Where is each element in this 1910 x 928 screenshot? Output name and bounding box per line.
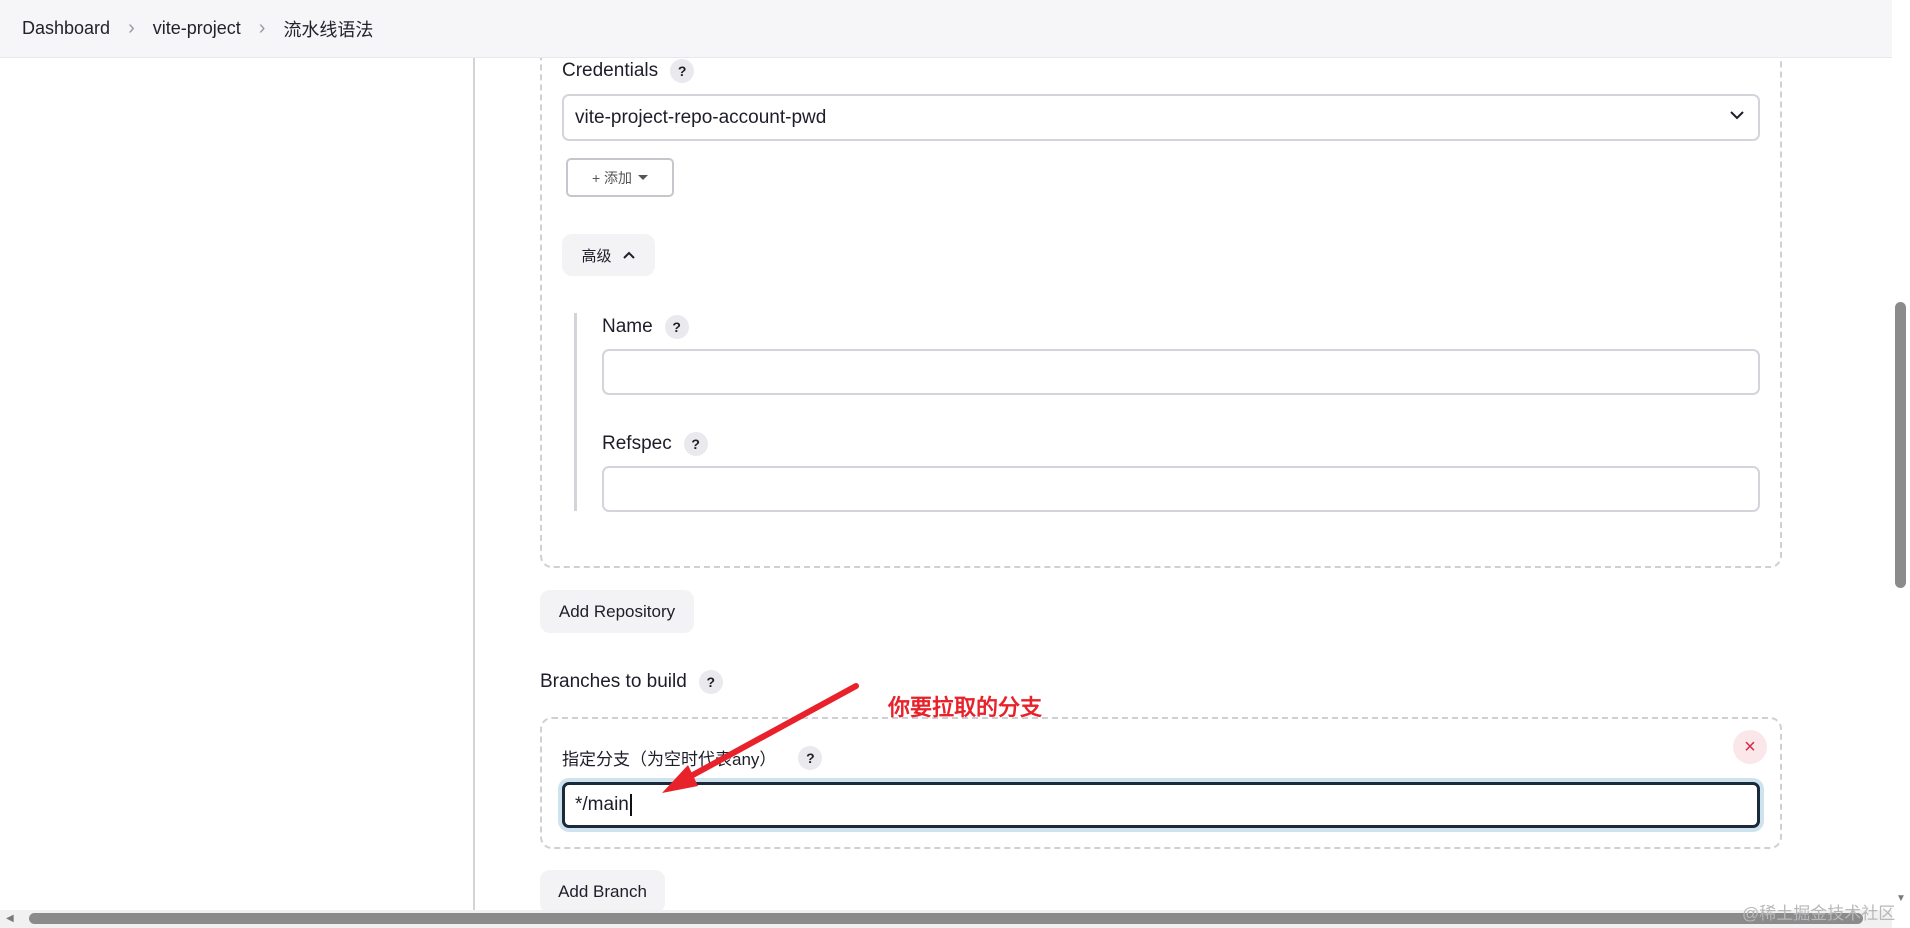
horizontal-scroll-thumb[interactable] <box>29 913 1863 924</box>
delete-branch-button[interactable]: × <box>1733 730 1767 764</box>
add-repository-label: Add Repository <box>558 601 676 621</box>
add-repository-button[interactable]: Add Repository <box>540 590 694 633</box>
chevron-up-icon <box>622 251 635 259</box>
chevron-right-icon: › <box>258 17 266 39</box>
branch-specifier-label: 指定分支（为空时代表any） ? <box>562 745 823 770</box>
name-input[interactable] <box>602 349 1760 395</box>
help-icon[interactable]: ? <box>698 670 723 694</box>
vertical-scroll-thumb[interactable] <box>1895 302 1906 588</box>
credentials-select[interactable]: vite-project-repo-account-pwd <box>562 94 1760 141</box>
advanced-group-bar <box>574 313 577 511</box>
refspec-label-text: Refspec <box>602 433 672 454</box>
add-branch-label: Add Branch <box>558 881 647 901</box>
credentials-select-value: vite-project-repo-account-pwd <box>575 106 827 128</box>
advanced-label: 高级 <box>581 247 612 265</box>
watermark: @稀土掘金技术社区 <box>1742 904 1896 923</box>
text-caret <box>629 794 632 816</box>
add-credentials-label: + 添加 <box>591 169 633 186</box>
breadcrumb: Dashboard › vite-project › 流水线语法 <box>0 0 1892 58</box>
credentials-label-text: Credentials <box>562 60 659 81</box>
chevron-down-icon <box>1730 111 1744 120</box>
help-icon[interactable]: ? <box>683 432 708 456</box>
refspec-input[interactable] <box>602 466 1760 512</box>
help-icon[interactable]: ? <box>670 59 695 83</box>
breadcrumb-dashboard[interactable]: Dashboard <box>22 18 110 39</box>
branches-label-text: Branches to build <box>540 671 687 692</box>
branch-specifier-label-text: 指定分支（为空时代表any） <box>562 750 777 769</box>
name-label-text: Name <box>602 316 653 337</box>
chevron-right-icon: › <box>128 17 135 39</box>
name-label: Name ? <box>602 315 689 339</box>
help-icon[interactable]: ? <box>664 315 689 339</box>
breadcrumb-vite-project[interactable]: vite-project <box>153 18 241 39</box>
refspec-label: Refspec ? <box>602 432 708 456</box>
breadcrumb-pipeline-syntax[interactable]: 流水线语法 <box>283 16 373 42</box>
annotation-text: 你要拉取的分支 <box>888 695 1043 720</box>
scroll-down-icon[interactable]: ▼ <box>1896 893 1906 904</box>
branches-to-build-label: Branches to build ? <box>540 670 723 694</box>
close-icon: × <box>1744 735 1756 758</box>
advanced-toggle-button[interactable]: 高级 <box>562 234 655 276</box>
add-branch-button[interactable]: Add Branch <box>540 870 665 913</box>
caret-down-icon <box>638 175 649 180</box>
branch-specifier-input[interactable]: */main <box>562 782 1760 828</box>
vertical-scrollbar[interactable]: ▼ <box>1892 0 1910 910</box>
branch-specifier-value: */main <box>575 794 629 815</box>
horizontal-scrollbar[interactable]: ◀ <box>0 910 1892 928</box>
sidebar-divider <box>473 58 475 910</box>
help-icon[interactable]: ? <box>798 745 823 770</box>
scroll-left-icon[interactable]: ◀ <box>6 913 14 924</box>
credentials-label: Credentials ? <box>562 59 695 83</box>
add-credentials-button[interactable]: + 添加 <box>566 158 674 197</box>
